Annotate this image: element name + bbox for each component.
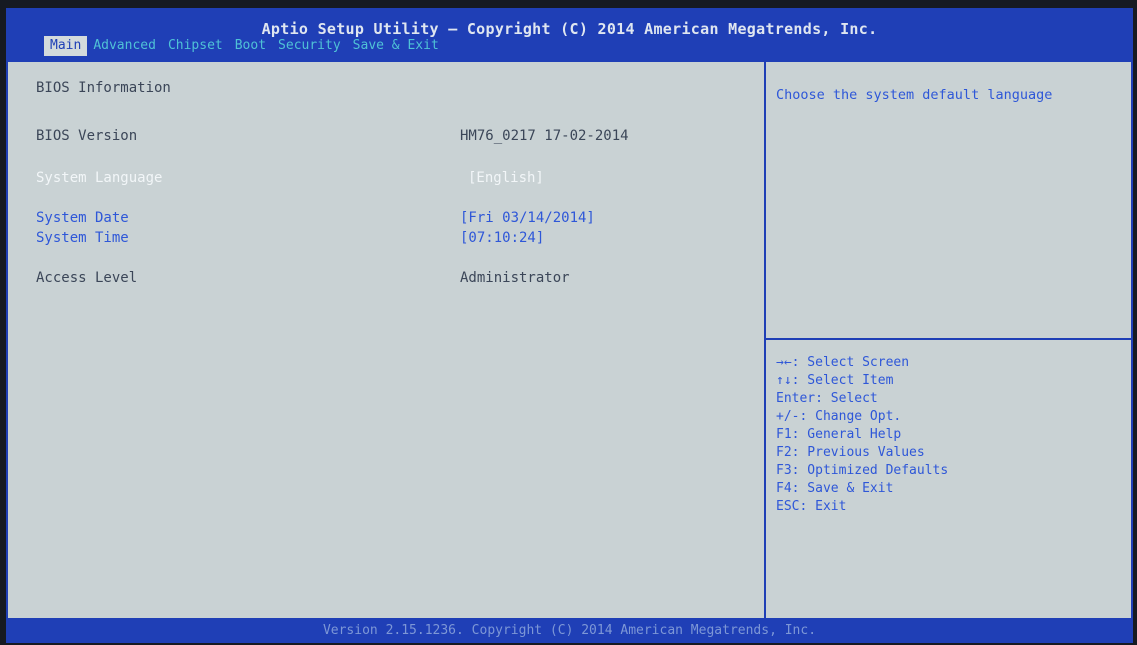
version-text: Version 2.15.1236. Copyright (C) 2014 Am… bbox=[322, 623, 817, 638]
tab-advanced[interactable]: Advanced bbox=[87, 36, 162, 56]
header-bar: Aptio Setup Utility – Copyright (C) 2014… bbox=[6, 8, 1133, 62]
help-description: Choose the system default language bbox=[776, 87, 1053, 103]
tab-chipset[interactable]: Chipset bbox=[162, 36, 229, 56]
key-hint-select-item: ↑↓: Select Item bbox=[776, 373, 894, 388]
tab-security[interactable]: Security bbox=[272, 36, 347, 56]
help-panel: Choose the system default language →←: S… bbox=[766, 62, 1131, 618]
key-hint-f4: F4: Save & Exit bbox=[776, 481, 894, 496]
settings-area: BIOS Information BIOS Version HM76_0217 … bbox=[8, 62, 764, 618]
key-hint-select-screen: →←: Select Screen bbox=[776, 355, 910, 370]
tab-bar: Main Advanced Chipset Boot Security Save… bbox=[44, 36, 445, 56]
system-language-label[interactable]: System Language bbox=[36, 170, 162, 186]
tab-save-exit[interactable]: Save & Exit bbox=[347, 36, 445, 56]
tab-main[interactable]: Main bbox=[44, 36, 88, 56]
key-hint-change-opt: +/-: Change Opt. bbox=[776, 409, 902, 424]
key-legend: →←: Select Screen ↑↓: Select Item Enter:… bbox=[776, 354, 1116, 516]
system-date-value[interactable]: [Fri 03/14/2014] bbox=[460, 210, 595, 226]
bios-screen: Aptio Setup Utility – Copyright (C) 2014… bbox=[6, 8, 1133, 643]
key-hint-enter: Enter: Select bbox=[776, 391, 878, 406]
bios-version-value: HM76_0217 17-02-2014 bbox=[460, 128, 629, 144]
system-time-value[interactable]: [07:10:24] bbox=[460, 230, 544, 246]
system-language-value[interactable]: [English] bbox=[468, 170, 544, 186]
key-hint-f1: F1: General Help bbox=[776, 427, 902, 442]
access-level-value: Administrator bbox=[460, 270, 570, 286]
access-level-label: Access Level bbox=[36, 270, 138, 286]
section-title-bios-information: BIOS Information bbox=[36, 80, 171, 96]
system-time-label[interactable]: System Time bbox=[36, 230, 129, 246]
key-hint-esc: ESC: Exit bbox=[776, 499, 847, 514]
help-separator bbox=[766, 338, 1131, 340]
tab-boot[interactable]: Boot bbox=[229, 36, 272, 56]
key-hint-f2: F2: Previous Values bbox=[776, 445, 925, 460]
footer-bar: Version 2.15.1236. Copyright (C) 2014 Am… bbox=[6, 618, 1133, 643]
main-panel: BIOS Information BIOS Version HM76_0217 … bbox=[6, 62, 1133, 618]
bios-version-label: BIOS Version bbox=[36, 128, 138, 144]
key-hint-f3: F3: Optimized Defaults bbox=[776, 463, 949, 478]
system-date-label[interactable]: System Date bbox=[36, 210, 129, 226]
